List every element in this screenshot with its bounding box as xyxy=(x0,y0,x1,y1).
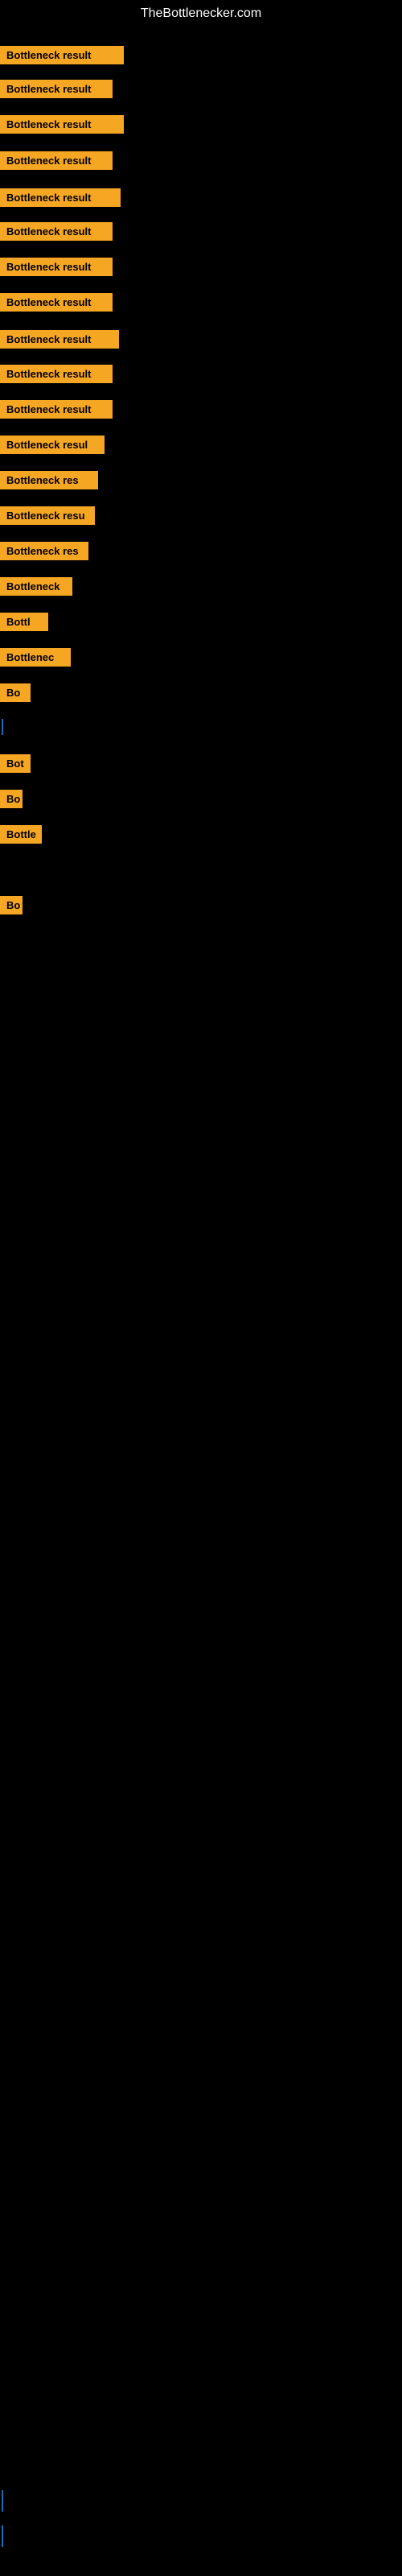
bottleneck-result-badge: Bottlenec xyxy=(0,648,71,667)
bottleneck-result-badge: Bottleneck result xyxy=(0,222,113,241)
bottleneck-result-badge: Bottleneck result xyxy=(0,115,124,134)
bottleneck-result-badge: Bottleneck xyxy=(0,577,72,596)
bottleneck-result-badge: Bo xyxy=(0,896,23,914)
bottleneck-result-badge: Bottleneck res xyxy=(0,542,88,560)
vertical-line xyxy=(2,2525,3,2541)
bottleneck-result-badge: Bottleneck result xyxy=(0,46,124,64)
vertical-line xyxy=(2,2490,3,2506)
bottleneck-result-badge: Bottleneck res xyxy=(0,471,98,489)
bottleneck-result-badge: Bottleneck result xyxy=(0,365,113,383)
bottleneck-result-badge: Bo xyxy=(0,790,23,808)
bottleneck-result-badge: Bottleneck result xyxy=(0,188,121,207)
bottleneck-result-badge: Bottleneck result xyxy=(0,80,113,98)
bottleneck-result-badge: Bottleneck result xyxy=(0,293,113,312)
bottleneck-result-badge: Bottl xyxy=(0,613,48,631)
bottleneck-result-badge: Bot xyxy=(0,754,31,773)
bottleneck-result-badge: Bottleneck resu xyxy=(0,506,95,525)
bottleneck-result-badge: Bottle xyxy=(0,825,42,844)
bottleneck-result-badge: Bottleneck result xyxy=(0,258,113,276)
bottleneck-result-badge: Bottleneck resul xyxy=(0,436,105,454)
vertical-line xyxy=(2,719,3,735)
bottleneck-result-badge: Bo xyxy=(0,683,31,702)
bottleneck-result-badge: Bottleneck result xyxy=(0,330,119,349)
site-title: TheBottlenecker.com xyxy=(0,0,402,27)
bottleneck-result-badge: Bottleneck result xyxy=(0,400,113,419)
bottleneck-result-badge: Bottleneck result xyxy=(0,151,113,170)
